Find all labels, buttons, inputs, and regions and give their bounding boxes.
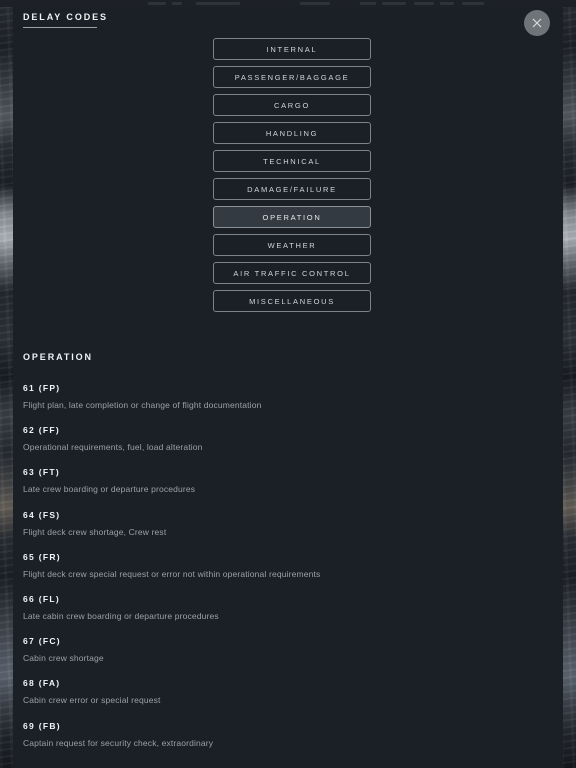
category-button-cargo[interactable]: CARGO	[213, 94, 371, 116]
category-button-list: INTERNAL PASSENGER/BAGGAGE CARGO HANDLIN…	[213, 38, 371, 312]
category-button-label: MISCELLANEOUS	[249, 296, 335, 306]
close-icon	[530, 16, 544, 30]
category-button-weather[interactable]: WEATHER	[213, 234, 371, 256]
category-button-operation[interactable]: OPERATION	[213, 206, 371, 228]
code-entry: 64 (FS) Flight deck crew shortage, Crew …	[23, 510, 553, 537]
category-button-label: TECHNICAL	[263, 156, 321, 166]
section-title: OPERATION	[23, 352, 93, 362]
code-description: Flight deck crew shortage, Crew rest	[23, 526, 167, 537]
code-description: Flight deck crew special request or erro…	[23, 568, 321, 579]
category-button-label: WEATHER	[267, 240, 317, 250]
detail-section: OPERATION 61 (FP) Flight plan, late comp…	[23, 352, 553, 763]
code-entry: 63 (FT) Late crew boarding or departure …	[23, 467, 553, 494]
code-entry: 61 (FP) Flight plan, late completion or …	[23, 383, 553, 410]
category-button-handling[interactable]: HANDLING	[213, 122, 371, 144]
code-label: 67 (FC)	[23, 636, 61, 647]
code-entry: 68 (FA) Cabin crew error or special requ…	[23, 678, 553, 705]
code-label: 63 (FT)	[23, 467, 60, 478]
category-button-passenger-baggage[interactable]: PASSENGER/BAGGAGE	[213, 66, 371, 88]
category-button-label: INTERNAL	[266, 44, 318, 54]
category-button-label: PASSENGER/BAGGAGE	[234, 72, 350, 82]
code-label: 68 (FA)	[23, 678, 61, 689]
title-underline	[23, 27, 97, 28]
code-entry: 67 (FC) Cabin crew shortage	[23, 636, 553, 663]
code-description: Late cabin crew boarding or departure pr…	[23, 610, 219, 621]
code-label: 69 (FB)	[23, 720, 61, 731]
code-description: Cabin crew shortage	[23, 653, 104, 664]
category-button-internal[interactable]: INTERNAL	[213, 38, 371, 60]
close-button[interactable]	[524, 10, 550, 36]
category-button-technical[interactable]: TECHNICAL	[213, 150, 371, 172]
category-button-damage-failure[interactable]: DAMAGE/FAILURE	[213, 178, 371, 200]
category-button-label: DAMAGE/FAILURE	[247, 184, 337, 194]
code-label: 61 (FP)	[23, 383, 61, 393]
code-label: 66 (FL)	[23, 593, 60, 604]
code-entry: 66 (FL) Late cabin crew boarding or depa…	[23, 594, 553, 621]
code-description: Flight plan, late completion or change o…	[23, 400, 262, 410]
category-button-air-traffic-control[interactable]: AIR TRAFFIC CONTROL	[213, 262, 371, 284]
code-description: Captain request for security check, extr…	[23, 737, 214, 748]
category-button-label: OPERATION	[262, 212, 322, 222]
code-description: Operational requirements, fuel, load alt…	[23, 442, 203, 453]
code-label: 62 (FF)	[23, 425, 60, 436]
delay-codes-modal: DELAY CODES INTERNAL PASSENGER/BAGGAGE C…	[13, 7, 563, 768]
code-label: 65 (FR)	[23, 551, 61, 562]
code-description: Late crew boarding or departure procedur…	[23, 484, 196, 495]
page-title: DELAY CODES	[23, 12, 108, 22]
code-entry: 62 (FF) Operational requirements, fuel, …	[23, 425, 553, 452]
category-button-label: HANDLING	[265, 128, 319, 138]
category-button-label: AIR TRAFFIC CONTROL	[233, 268, 351, 278]
category-button-label: CARGO	[273, 100, 310, 110]
code-entry: 69 (FB) Captain request for security che…	[23, 721, 553, 748]
category-button-miscellaneous[interactable]: MISCELLANEOUS	[213, 290, 371, 312]
status-bar	[0, 0, 576, 7]
code-description: Cabin crew error or special request	[23, 695, 161, 706]
code-entry: 65 (FR) Flight deck crew special request…	[23, 552, 553, 579]
code-label: 64 (FS)	[23, 509, 61, 520]
